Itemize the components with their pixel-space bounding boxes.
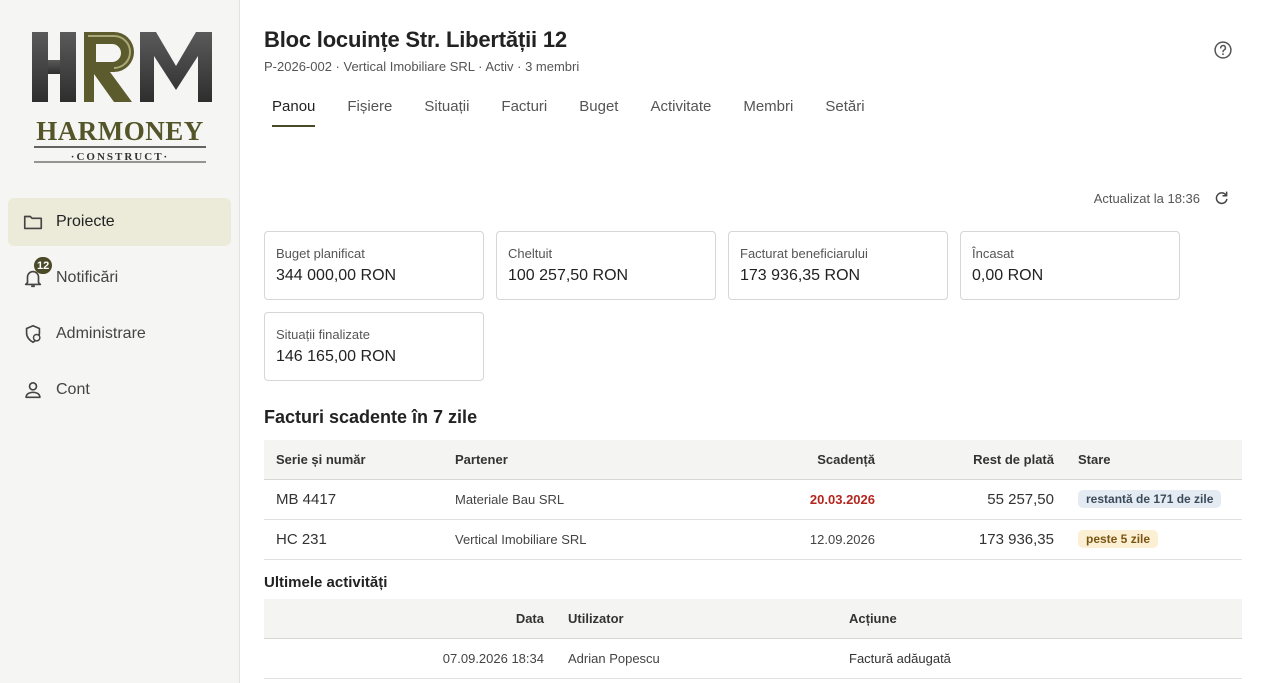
kpi-value: 344 000,00 RON	[276, 267, 397, 284]
user-icon	[22, 379, 44, 401]
sidebar-item-label: Notificări	[56, 269, 119, 286]
activity-date: 07.09.2026 18:34	[264, 638, 556, 679]
invoices-section-title: Facturi scadente în 7 zile	[264, 407, 478, 427]
kpi-value: 100 257,50 RON	[508, 267, 629, 284]
tab-membri[interactable]: Membri	[735, 94, 801, 127]
column-header[interactable]: Utilizator	[556, 599, 837, 639]
kpi-label: Facturat beneficiarului	[740, 246, 868, 261]
table-row[interactable]: HC 231 Vertical Imobiliare SRL 12.09.202…	[264, 519, 1242, 560]
column-header[interactable]: Data	[264, 599, 556, 639]
table-row: 07.09.2026 18:34 Adrian Popescu Factură …	[264, 638, 1242, 679]
invoice-rest: 55 257,50	[887, 479, 1066, 520]
activity-user: Adrian Popescu	[556, 638, 837, 679]
sidebar-item-label: Proiecte	[56, 213, 115, 230]
invoice-partner: Vertical Imobiliare SRL	[443, 519, 693, 560]
activity-action: Factură adăugată	[837, 638, 1242, 679]
column-header[interactable]: Scadență	[693, 440, 887, 480]
sidebar-item-administrare[interactable]: Administrare	[8, 310, 231, 358]
invoice-number[interactable]: MB 4417	[264, 479, 443, 520]
tab-situatii[interactable]: Situații	[416, 94, 477, 127]
help-icon[interactable]	[1213, 40, 1233, 60]
last-updated: Actualizat la 18:36	[1094, 189, 1230, 207]
tab-buget[interactable]: Buget	[571, 94, 626, 127]
activity-table: Data Utilizator Acțiune 07.09.2026 18:34…	[264, 599, 1242, 679]
sidebar-item-proiecte[interactable]: Proiecte	[8, 198, 231, 246]
status-badge: restantă de 171 de zile	[1078, 490, 1222, 508]
status-badge: peste 5 zile	[1078, 530, 1159, 548]
sidebar-item-label: Administrare	[56, 325, 146, 342]
project-tabs: Panou Fișiere Situații Facturi Buget Act…	[264, 94, 889, 127]
column-header[interactable]: Serie și număr	[264, 440, 443, 480]
sidebar-item-notificari[interactable]: 12 Notificări	[8, 254, 231, 302]
invoice-partner: Materiale Bau SRL	[443, 479, 693, 520]
column-header[interactable]: Partener	[443, 440, 693, 480]
kpi-value: 0,00 RON	[972, 267, 1044, 284]
kpi-label: Cheltuit	[508, 246, 553, 261]
refresh-icon[interactable]	[1212, 189, 1230, 207]
table-row[interactable]: MB 4417 Materiale Bau SRL 20.03.2026 55 …	[264, 479, 1242, 520]
column-header[interactable]: Rest de plată	[887, 440, 1066, 480]
notification-count-badge: 12	[34, 257, 53, 274]
invoice-due-date: 12.09.2026	[693, 519, 887, 560]
invoice-rest: 173 936,35	[887, 519, 1066, 560]
sidebar-item-label: Cont	[56, 381, 90, 398]
column-header[interactable]: Acțiune	[837, 599, 1242, 639]
invoice-status-cell: restantă de 171 de zile	[1066, 479, 1242, 520]
svg-text:·CONSTRUCT·: ·CONSTRUCT·	[71, 151, 169, 163]
kpi-card-incasat: Încasat 0,00 RON	[960, 231, 1180, 300]
tab-activitate[interactable]: Activitate	[642, 94, 719, 127]
bell-icon: 12	[22, 257, 53, 289]
sidebar-item-cont[interactable]: Cont	[8, 366, 231, 414]
kpi-card-buget-planificat: Buget planificat 344 000,00 RON	[264, 231, 484, 300]
folder-icon	[22, 211, 44, 233]
kpi-value: 146 165,00 RON	[276, 348, 397, 365]
table-header-row: Data Utilizator Acțiune	[264, 599, 1242, 639]
kpi-card-cheltuit: Cheltuit 100 257,50 RON	[496, 231, 716, 300]
table-header-row: Serie și număr Partener Scadență Rest de…	[264, 440, 1242, 480]
tab-facturi[interactable]: Facturi	[493, 94, 555, 127]
shield-gear-icon	[22, 323, 44, 345]
sidebar-nav: Proiecte 12 Notificări Administrare Cont	[8, 198, 231, 422]
activity-section-title: Ultimele activități	[264, 574, 388, 591]
kpi-label: Buget planificat	[276, 246, 365, 261]
kpi-label: Situații finalizate	[276, 327, 370, 342]
invoice-status-cell: peste 5 zile	[1066, 519, 1242, 560]
svg-text:HARMONEY: HARMONEY	[36, 116, 204, 146]
sidebar: HARMONEY ·CONSTRUCT· Proiecte 12 Notific…	[0, 0, 240, 683]
invoice-due-date: 20.03.2026	[693, 479, 887, 520]
last-updated-text: Actualizat la 18:36	[1093, 190, 1200, 206]
kpi-card-facturat-beneficiarului: Facturat beneficiarului 173 936,35 RON	[728, 231, 948, 300]
column-header[interactable]: Stare	[1066, 440, 1242, 480]
kpi-value: 173 936,35 RON	[740, 267, 861, 284]
tab-setari[interactable]: Setări	[817, 94, 872, 127]
tab-panou[interactable]: Panou	[264, 94, 323, 127]
harmoney-construct-logo[interactable]: HARMONEY ·CONSTRUCT·	[28, 28, 212, 168]
project-subtitle: P-2026-002 · Vertical Imobiliare SRL · A…	[264, 59, 580, 74]
tab-fisiere[interactable]: Fișiere	[339, 94, 400, 127]
kpi-card-situatii-finalizate: Situații finalizate 146 165,00 RON	[264, 312, 484, 381]
invoice-number[interactable]: HC 231	[264, 519, 443, 560]
invoices-table: Serie și număr Partener Scadență Rest de…	[264, 440, 1242, 560]
page-title: Bloc locuințe Str. Libertății 12	[264, 27, 567, 52]
kpi-label: Încasat	[972, 246, 1014, 261]
